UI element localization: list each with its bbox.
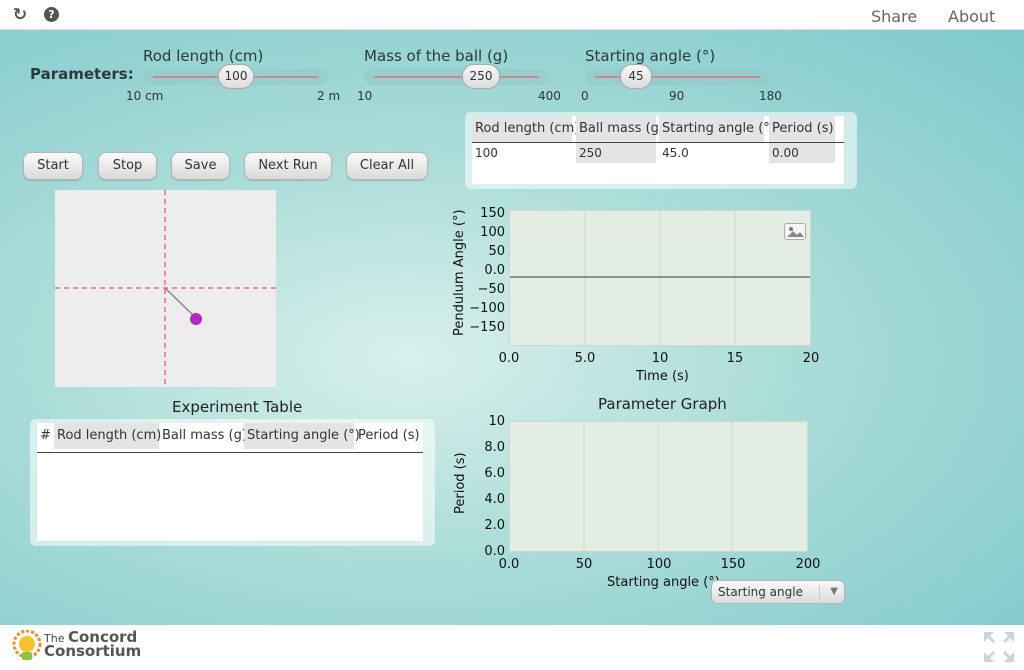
current-run-table: Rod length (cm) Ball mass (g) Starting a… [465,112,857,189]
cell-starting-angle: 45.0 [662,146,689,160]
xtick: 0.0 [498,351,520,366]
ytick: 8.0 [484,440,505,455]
ytick: 2.0 [484,518,505,533]
xtick: 15 [726,351,744,366]
header-starting-angle: Starting angle (°) [659,116,775,142]
rod-length-min: 10 cm [126,89,164,103]
angle-mid: 90 [669,89,685,103]
ytick: 4.0 [484,492,505,507]
angle-handle[interactable]: 45 [620,64,652,89]
footer: The Concord Consortium [0,625,1024,670]
time-graph-ylabel: Pendulum Angle (°) [452,209,467,336]
ytick: 6.0 [484,466,505,481]
angle-label: Starting angle (°) [585,47,716,65]
time-graph-svg [510,211,810,345]
angle-min: 0 [581,89,589,103]
ytick: 100 [480,225,505,240]
image-export-icon[interactable] [784,223,806,240]
pendulum-rod [164,287,197,319]
experiment-table-title: Experiment Table [172,398,303,416]
save-button[interactable]: Save [171,152,230,180]
time-graph-plot[interactable] [509,210,811,346]
ytick: −50 [477,282,505,297]
concord-logo-text: The Concord Consortium [44,628,142,660]
parameter-graph-title: Parameter Graph [598,395,727,413]
angle-max: 180 [759,89,782,103]
time-graph-xlabel: Time (s) [636,369,689,384]
ytick: 50 [488,244,505,259]
xtick: 0.0 [498,557,520,572]
mass-handle[interactable]: 250 [462,64,500,89]
rod-length-slider[interactable]: 100 [143,64,328,89]
rod-length-max: 2 m [317,89,341,103]
mass-slider[interactable]: 250 [364,64,549,89]
header-number: # [40,428,51,443]
help-icon[interactable]: ? [44,7,59,22]
mass-min: 10 [357,89,373,103]
main-panel: Parameters: Rod length (cm) 100 10 cm 2 … [0,30,1024,625]
parameters-title: Parameters: [30,65,134,83]
xtick: 5.0 [574,351,596,366]
start-button[interactable]: Start [23,152,83,180]
chevron-down-icon: ▼ [830,586,838,597]
mass-max: 400 [538,89,561,103]
xtick: 100 [646,557,672,572]
rod-length-handle[interactable]: 100 [218,64,254,89]
reload-icon[interactable]: ↻ [12,7,28,24]
ytick: 10 [488,414,505,429]
ytick: −100 [469,301,505,316]
fullscreen-icon[interactable] [983,631,1015,663]
xtick: 150 [720,557,746,572]
cell-ball-mass: 250 [576,143,656,163]
pendulum-svg [55,190,276,387]
parameter-graph-plot[interactable] [509,421,808,552]
parameter-graph-svg [583,422,733,551]
param-graph-ylabel: Period (s) [453,452,468,514]
top-bar: ↻ ? Share About [0,0,1024,30]
xtick: 10 [651,351,669,366]
xtick: 50 [575,557,593,572]
ytick: −150 [469,320,505,335]
header-ball-mass: Ball mass (g) [576,116,664,142]
next-run-button[interactable]: Next Run [244,152,332,180]
pendulum-ball[interactable] [190,313,202,325]
xtick: 20 [802,351,820,366]
x-axis-select-value: Starting angle [718,585,803,599]
param-graph-xlabel: Starting angle (°) [607,575,720,590]
header-period: Period (s) [769,116,835,142]
angle-slider[interactable]: 45 [585,64,770,89]
image-export-icon-svg [787,227,804,237]
header-ball-mass: Ball mass (g) [162,428,247,443]
header-rod-length: Rod length (cm) [54,423,161,449]
cell-period: 0.00 [769,143,835,163]
mass-label: Mass of the ball (g) [364,47,509,65]
ytick: 0.0 [484,263,505,278]
cell-rod-length: 100 [475,146,498,160]
lightbulb-logo-icon [12,630,42,660]
ytick: 150 [480,206,505,221]
stop-button[interactable]: Stop [98,152,157,180]
header-period: Period (s) [358,428,420,443]
clear-all-button[interactable]: Clear All [346,152,428,180]
pendulum-view [55,190,276,387]
header-starting-angle: Starting angle (°) [244,423,360,449]
share-link[interactable]: Share [871,7,917,26]
experiment-table: # Rod length (cm) Ball mass (g) Starting… [30,419,435,546]
rod-length-label: Rod length (cm) [143,47,264,65]
x-axis-select[interactable]: Starting angle ▼ [711,580,845,604]
about-link[interactable]: About [948,7,995,26]
header-rod-length: Rod length (cm) [472,116,579,142]
xtick: 200 [795,557,821,572]
